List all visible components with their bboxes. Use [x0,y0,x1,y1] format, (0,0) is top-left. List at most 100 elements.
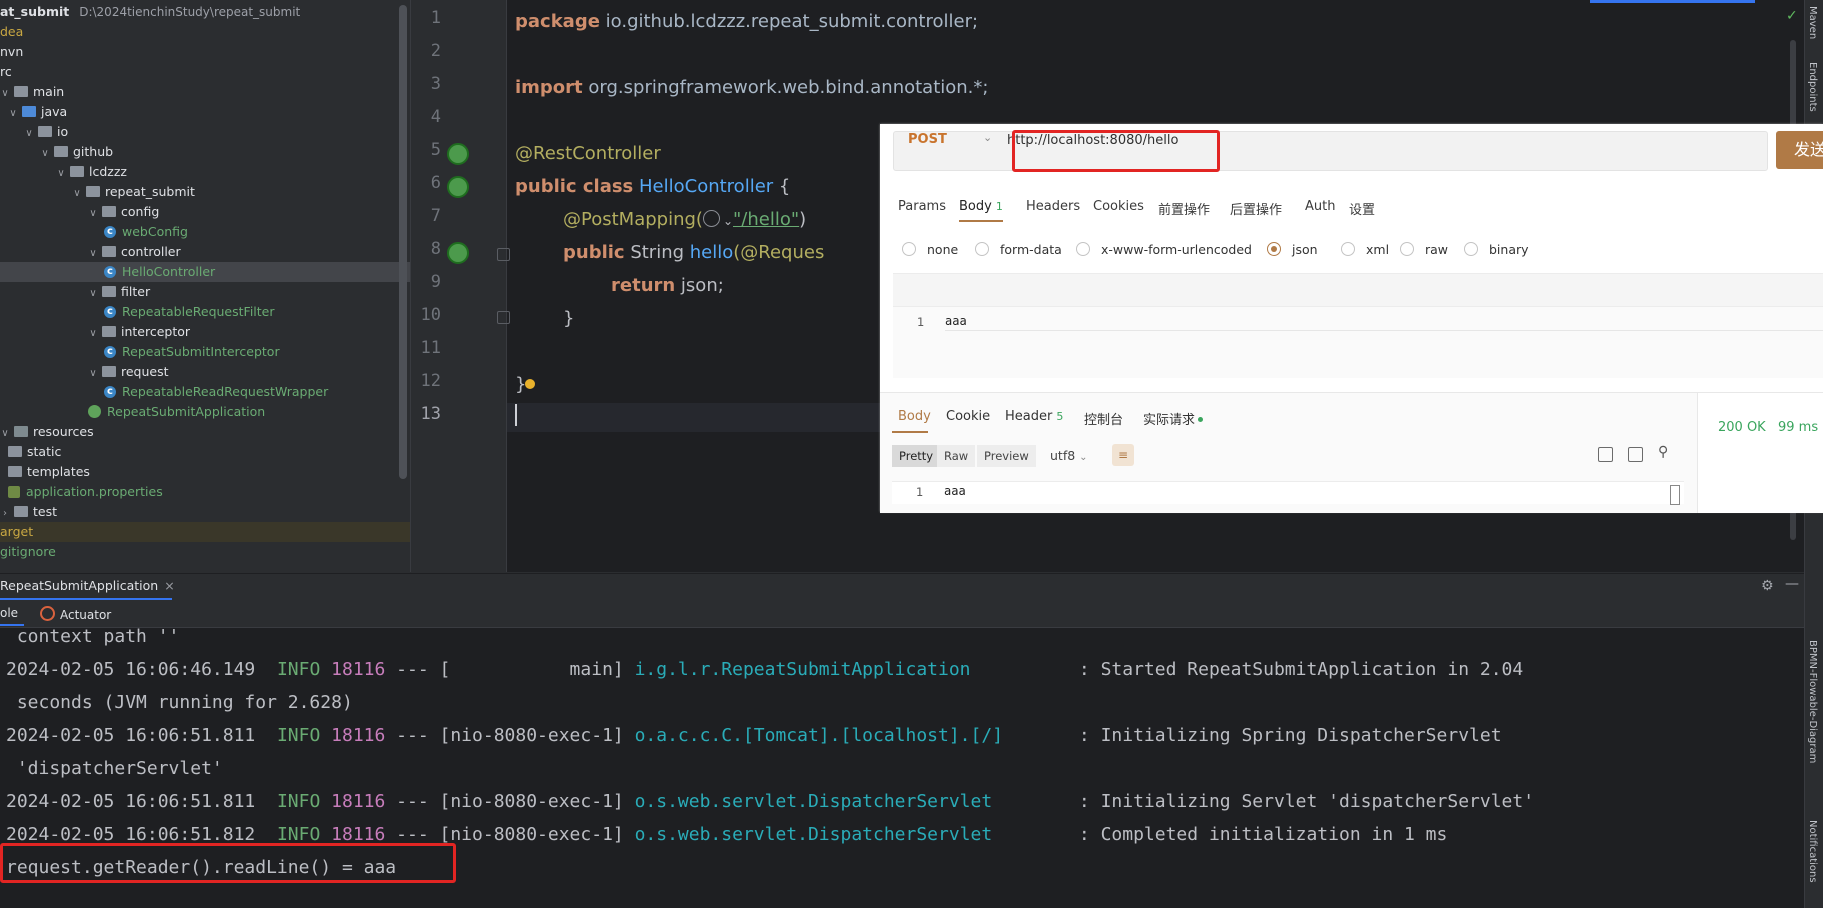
project-root[interactable]: at_submit D:\2024tienchinStudy\repeat_su… [0,2,300,22]
response-tab-0[interactable]: Body [898,409,931,424]
body-type-binary[interactable]: binary [1464,242,1529,257]
tab-1[interactable]: Body 1 [959,199,1003,214]
wrap-lines-icon[interactable]: ≡ [1112,444,1134,466]
tree-item[interactable]: rc [0,62,12,82]
console-tab[interactable]: ole [0,606,18,620]
tree-item[interactable]: ∨ config [0,202,159,222]
response-tab-2[interactable]: Header 5 [1005,409,1063,424]
tree-item[interactable]: ∨ interceptor [0,322,190,342]
chevron-down-icon[interactable]: ∨ [8,104,18,124]
tree-item[interactable]: ∨ controller [0,242,180,264]
body-type-json[interactable]: json [1267,242,1318,257]
tree-item[interactable]: application.properties [0,482,163,502]
radio-icon[interactable] [1464,242,1478,256]
download-icon[interactable] [1598,447,1613,462]
radio-icon[interactable] [1076,242,1090,256]
tab-4[interactable]: 前置操作 [1158,199,1210,218]
view-mode-preview[interactable]: Preview [977,445,1036,467]
maven-tool-button[interactable]: Maven [1807,6,1818,39]
tree-item[interactable]: ∨ lcdzzz [0,162,127,182]
tree-item[interactable]: static [0,442,61,462]
bpmn-tool-button[interactable]: BPMN-Flowable-Diagram [1807,640,1818,763]
tree-item[interactable]: arget [0,522,410,542]
gear-icon[interactable]: ⚙ [1761,578,1774,594]
response-tab-4[interactable]: 实际请求 [1143,409,1204,428]
tab-6[interactable]: Auth [1305,199,1335,214]
chevron-down-icon[interactable]: ∨ [24,124,34,144]
tree-item[interactable]: ∨ repeat_submit [0,182,195,202]
chevron-down-icon[interactable]: ∨ [0,424,10,444]
body-type-raw[interactable]: raw [1400,242,1448,257]
chevron-down-icon[interactable]: ∨ [72,184,82,204]
body-type-xml[interactable]: xml [1341,242,1389,257]
tab-0[interactable]: Params [898,199,946,214]
chevron-down-icon[interactable]: ∨ [0,84,10,104]
body-type-none[interactable]: none [902,242,958,257]
send-button[interactable]: 发送 [1776,131,1823,169]
chevron-down-icon[interactable]: ⌄ [983,131,992,144]
tree-item[interactable]: › test [0,502,57,522]
radio-icon[interactable] [1400,242,1414,256]
tree-item[interactable]: RepeatSubmitInterceptor [0,342,280,362]
tree-item[interactable]: ∨ request [0,362,168,384]
radio-icon[interactable] [902,242,916,256]
response-tab-1[interactable]: Cookie [946,409,990,424]
chevron-down-icon[interactable]: ∨ [88,364,98,384]
request-body-editor[interactable]: 1 aaa [893,273,1823,378]
tree-item[interactable]: webConfig [0,222,188,242]
chevron-down-icon[interactable]: ∨ [56,164,66,184]
tree-scrollbar[interactable] [399,5,407,479]
tree-item[interactable]: RepeatableRequestFilter [0,302,275,322]
response-scrollbar[interactable] [1670,485,1680,505]
tree-item[interactable]: nvn [0,42,23,62]
radio-icon[interactable] [1341,242,1355,256]
response-body-viewer[interactable]: 1 aaa [892,481,1684,504]
fold-marker-icon[interactable] [497,311,510,324]
tree-item[interactable]: dea [0,22,23,42]
inspection-ok-icon[interactable]: ✓ [1786,8,1798,24]
tab-5[interactable]: 后置操作 [1230,199,1282,218]
spring-bean-gutter-icon[interactable] [447,143,469,165]
tab-7[interactable]: 设置 [1349,199,1375,218]
intention-bulb-icon[interactable] [525,379,535,389]
chevron-down-icon[interactable]: ∨ [88,284,98,304]
tree-item[interactable]: ∨ filter [0,282,150,302]
tree-item[interactable]: ∨ main [0,82,64,102]
tree-item[interactable]: templates [0,462,90,482]
tree-item[interactable]: ∨ io [0,122,68,142]
endpoints-tool-button[interactable]: Endpoints [1807,62,1818,112]
response-tab-3[interactable]: 控制台 [1084,409,1123,428]
tree-item[interactable]: RepeatSubmitApplication [0,402,265,422]
chevron-right-icon[interactable]: › [0,504,10,524]
body-type-form-data[interactable]: form-data [975,242,1062,257]
close-icon[interactable]: × [164,578,174,593]
tree-item[interactable]: gitignore [0,542,56,562]
search-icon[interactable]: ⚲ [1658,444,1668,460]
actuator-tab[interactable]: Actuator [40,606,111,622]
chevron-down-icon[interactable]: ∨ [88,204,98,224]
tree-item[interactable]: ∨ java [0,102,67,122]
radio-icon[interactable] [1267,242,1281,256]
view-mode-pretty[interactable]: Pretty [892,445,941,467]
globe-icon[interactable] [702,210,720,227]
endpoint-gutter-icon[interactable] [447,242,469,264]
body-type-x-www-form-urlencoded[interactable]: x-www-form-urlencoded [1076,242,1252,257]
chevron-down-icon[interactable]: ∨ [88,324,98,344]
encoding-select[interactable]: utf8 ⌄ [1050,448,1088,463]
method-select[interactable]: POST [908,132,947,147]
tree-item[interactable]: ∨ resources [0,422,93,444]
tree-item[interactable]: ∨ github [0,142,113,162]
tree-item[interactable]: RepeatableReadRequestWrapper [0,382,328,402]
chevron-down-icon[interactable]: ∨ [40,144,50,164]
spring-bean-gutter-icon[interactable] [447,176,469,198]
tree-item[interactable]: HelloController [0,262,410,282]
copy-icon[interactable] [1628,447,1643,462]
chevron-down-icon[interactable]: ∨ [88,244,98,264]
radio-icon[interactable] [975,242,989,256]
tab-2[interactable]: Headers [1026,199,1080,214]
tab-3[interactable]: Cookies [1093,199,1144,214]
view-mode-raw[interactable]: Raw [937,445,976,467]
fold-marker-icon[interactable] [497,248,510,261]
minimize-icon[interactable]: — [1785,576,1799,592]
run-config-tab[interactable]: RepeatSubmitApplication × [0,578,175,593]
